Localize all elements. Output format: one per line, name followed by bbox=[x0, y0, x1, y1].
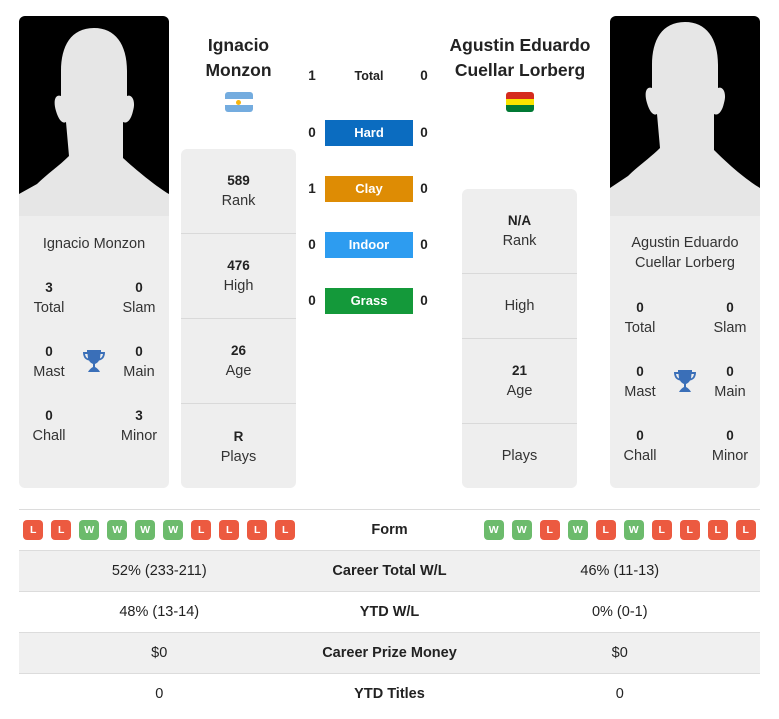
bolivia-flag-icon bbox=[506, 92, 534, 112]
player1-card-name: Ignacio Monzon bbox=[42, 236, 146, 252]
player2-high: High bbox=[462, 274, 577, 339]
player2-form: WWLWLWLLLL bbox=[480, 520, 761, 540]
form-win-badge[interactable]: W bbox=[483, 520, 504, 540]
table-row: $0 Career Prize Money $0 bbox=[19, 632, 760, 673]
h2h-clay-row: 1 Clay 0 bbox=[300, 176, 440, 202]
form-loss-badge[interactable]: L bbox=[595, 520, 616, 540]
player2-titles-total: 0 Total bbox=[624, 300, 656, 336]
form-win-badge[interactable]: W bbox=[107, 520, 128, 540]
player2-plays: Plays bbox=[501, 448, 538, 464]
form-loss-badge[interactable]: L bbox=[247, 520, 268, 540]
form-loss-badge[interactable]: L bbox=[707, 520, 728, 540]
player1-ytd-wl: 48% (13-14) bbox=[119, 604, 200, 620]
surface-hard-button[interactable]: Hard bbox=[325, 120, 413, 146]
player2-ytd-wl: 0% (0-1) bbox=[591, 604, 648, 620]
player1-prize-money: $0 bbox=[151, 645, 168, 661]
player2-ytd-titles: 0 bbox=[615, 686, 624, 702]
form-loss-badge[interactable]: L bbox=[23, 520, 44, 540]
player1-plays: R Plays bbox=[220, 428, 257, 465]
form-loss-badge[interactable]: L bbox=[275, 520, 296, 540]
player1-titles-total: 3 Total bbox=[33, 280, 65, 316]
row-label: Career Prize Money bbox=[322, 645, 457, 661]
player2-titles-main: 0 Main bbox=[714, 364, 746, 400]
form-loss-badge[interactable]: L bbox=[539, 520, 560, 540]
h2h-indoor-row: 0 Indoor 0 bbox=[300, 232, 440, 258]
silhouette-icon bbox=[19, 28, 169, 216]
h2h-total-label: Total bbox=[354, 69, 384, 83]
player2-titles-minor: 0 Minor bbox=[711, 428, 749, 464]
trophy-icon bbox=[673, 368, 697, 394]
form-win-badge[interactable]: W bbox=[163, 520, 184, 540]
player1-photo bbox=[19, 16, 169, 216]
form-loss-badge[interactable]: L bbox=[735, 520, 756, 540]
h2h-total-row: 1 Total 0 bbox=[300, 63, 440, 89]
player2-titles-mast: 0 Mast bbox=[624, 364, 656, 400]
player1-titles-slam: 0 Slam bbox=[122, 280, 156, 316]
player1-titles-mast: 0 Mast bbox=[33, 344, 65, 380]
player1-ytd-titles: 0 bbox=[155, 686, 164, 702]
argentina-flag-icon bbox=[225, 92, 253, 112]
trophy-icon bbox=[82, 348, 106, 374]
player2-card-name: Agustin Eduardo Cuellar Lorberg bbox=[631, 235, 739, 271]
player1-rank: 589 Rank bbox=[181, 149, 296, 234]
form-loss-badge[interactable]: L bbox=[191, 520, 212, 540]
form-loss-badge[interactable]: L bbox=[679, 520, 700, 540]
form-win-badge[interactable]: W bbox=[623, 520, 644, 540]
silhouette-icon bbox=[610, 22, 760, 216]
player2-prize-money: $0 bbox=[611, 645, 628, 661]
player2-name[interactable]: Agustin Eduardo Cuellar Lorberg bbox=[440, 33, 600, 83]
player1-titles-minor: 3 Minor bbox=[120, 408, 158, 444]
form-loss-badge[interactable]: L bbox=[651, 520, 672, 540]
comparison-table: LLWWWWLLLL Form WWLWLWLLLL 52% (233-211)… bbox=[19, 509, 760, 714]
player1-form: LLWWWWLLLL bbox=[19, 520, 300, 540]
form-label: Form bbox=[371, 522, 408, 538]
surface-indoor-button[interactable]: Indoor bbox=[325, 232, 413, 258]
player1-titles-main: 0 Main bbox=[123, 344, 155, 380]
h2h-hard-row: 0 Hard 0 bbox=[300, 120, 440, 146]
form-row: LLWWWWLLLL Form WWLWLWLLLL bbox=[19, 509, 760, 550]
player1-titles-chall: 0 Chall bbox=[32, 408, 66, 444]
form-win-badge[interactable]: W bbox=[135, 520, 156, 540]
player2-photo bbox=[610, 16, 760, 216]
player2-stats: N/A Rank High 21 Age Plays bbox=[462, 189, 577, 488]
form-win-badge[interactable]: W bbox=[511, 520, 532, 540]
row-label: YTD Titles bbox=[354, 686, 425, 702]
surface-grass-button[interactable]: Grass bbox=[325, 288, 413, 314]
h2h-grass-row: 0 Grass 0 bbox=[300, 288, 440, 314]
form-loss-badge[interactable]: L bbox=[51, 520, 72, 540]
table-row: 0 YTD Titles 0 bbox=[19, 673, 760, 714]
form-win-badge[interactable]: W bbox=[567, 520, 588, 540]
player1-age: 26 Age bbox=[181, 319, 296, 404]
form-loss-badge[interactable]: L bbox=[219, 520, 240, 540]
player1-high: 476 High bbox=[181, 234, 296, 319]
player1-card: Ignacio Monzon 3 Total 0 Slam 0 Mast 0 M… bbox=[19, 16, 169, 488]
table-row: 48% (13-14) YTD W/L 0% (0-1) bbox=[19, 591, 760, 632]
form-win-badge[interactable]: W bbox=[79, 520, 100, 540]
player1-name[interactable]: Ignacio Monzon bbox=[181, 33, 296, 83]
player2-age: 21 Age bbox=[462, 339, 577, 424]
surface-clay-button[interactable]: Clay bbox=[325, 176, 413, 202]
table-row: 52% (233-211) Career Total W/L 46% (11-1… bbox=[19, 550, 760, 591]
player2-rank: N/A Rank bbox=[462, 189, 577, 274]
player1-stats: 589 Rank 476 High 26 Age R Plays bbox=[181, 149, 296, 488]
player1-career-wl: 52% (233-211) bbox=[111, 563, 207, 579]
player2-card: Agustin Eduardo Cuellar Lorberg 0 Total … bbox=[610, 16, 760, 488]
row-label: Career Total W/L bbox=[332, 563, 447, 579]
player2-titles-slam: 0 Slam bbox=[713, 300, 747, 336]
player2-career-wl: 46% (11-13) bbox=[580, 563, 660, 579]
row-label: YTD W/L bbox=[359, 604, 420, 620]
player2-titles-chall: 0 Chall bbox=[623, 428, 657, 464]
